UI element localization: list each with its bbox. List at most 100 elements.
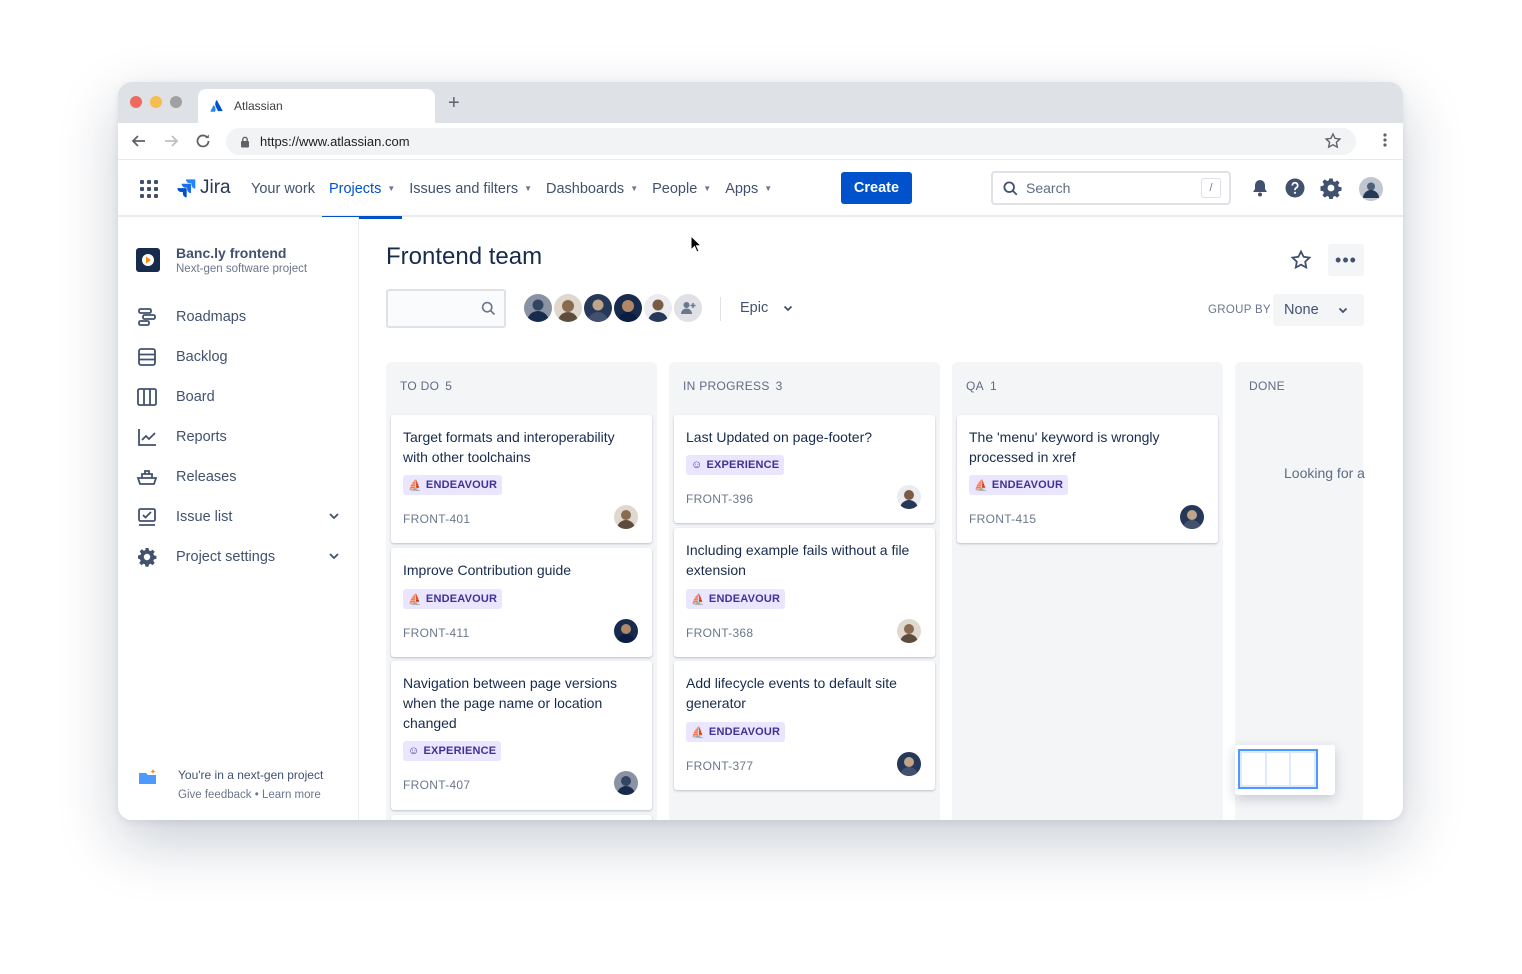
epic-label[interactable]: ☺ EXPERIENCE [686, 455, 785, 475]
board-main: Frontend team ••• Epic GROUP BY None TO … [360, 217, 1403, 820]
column-header: TO DO 5 [400, 379, 453, 393]
issue-card[interactable]: Including example fails without a file e… [674, 528, 935, 657]
assignee-avatar[interactable] [897, 485, 921, 509]
issue-card[interactable]: Target formats and interoperability with… [391, 415, 652, 543]
url-text: https://www.atlassian.com [260, 134, 410, 149]
issue-card[interactable]: Add lifecycle events to default site gen… [674, 661, 935, 790]
group-by-select[interactable]: None [1273, 294, 1364, 326]
maximize-window-button[interactable] [170, 96, 182, 108]
star-board-icon[interactable] [1290, 249, 1312, 271]
search-input[interactable]: Search / [991, 171, 1231, 205]
browser-tabbar: Atlassian + [118, 82, 1403, 123]
issue-card[interactable]: Last Updated on page-footer? ☺ EXPERIENCE… [674, 415, 935, 523]
board-search-input[interactable] [386, 289, 506, 328]
browser-menu-icon[interactable] [1383, 132, 1387, 148]
toolbar-divider [720, 297, 721, 321]
epic-label[interactable]: ⛵ ENDEAVOUR [403, 475, 503, 495]
settings-gear-icon[interactable] [1320, 177, 1342, 199]
issue-key: FRONT-411 [403, 626, 470, 640]
avatar[interactable] [582, 292, 614, 324]
done-column-hint: Looking for a [1284, 465, 1365, 481]
create-button[interactable]: Create [841, 172, 912, 204]
nav-issues-and-filters[interactable]: Issues and filters ▼ [402, 160, 539, 217]
assignee-avatar[interactable] [897, 752, 921, 776]
nav-apps[interactable]: Apps ▼ [718, 160, 779, 217]
tab-title: Atlassian [234, 99, 283, 113]
assignee-avatar[interactable] [614, 771, 638, 795]
learn-more-link[interactable]: Learn more [262, 789, 321, 801]
nav-dashboards[interactable]: Dashboards ▼ [539, 160, 645, 217]
project-sidebar: Banc.ly frontend Next-gen software proje… [118, 217, 359, 820]
search-placeholder: Search [1026, 180, 1071, 196]
assignee-avatar[interactable] [614, 505, 638, 529]
board-minimap[interactable] [1235, 745, 1335, 795]
epic-label[interactable]: ⛵ ENDEAVOUR [969, 475, 1069, 495]
url-field[interactable]: https://www.atlassian.com [226, 128, 1356, 155]
assignee-avatar[interactable] [614, 619, 638, 643]
project-avatar-icon [136, 248, 160, 272]
sidebar-item-issue-list[interactable]: Issue list [136, 497, 341, 537]
avatar[interactable] [522, 292, 554, 324]
sidebar-item-backlog[interactable]: Backlog [136, 337, 341, 377]
notifications-bell-icon[interactable] [1249, 177, 1271, 199]
nav-people[interactable]: People ▼ [645, 160, 718, 217]
sidebar-item-reports[interactable]: Reports [136, 417, 341, 457]
nav-your-work[interactable]: Your work [244, 160, 322, 217]
issue-card[interactable]: Improve Contribution guide ⛵ ENDEAVOUR FR… [391, 548, 652, 657]
column-header: DONE [1249, 379, 1285, 393]
sidebar-item-project-settings[interactable]: Project settings [136, 537, 341, 577]
epic-label[interactable]: ⛵ ENDEAVOUR [403, 589, 503, 609]
reload-icon[interactable] [194, 132, 212, 150]
sidebar-item-label: Reports [176, 429, 227, 445]
backlog-icon [138, 348, 156, 366]
epic-label[interactable]: ⛵ ENDEAVOUR [686, 589, 786, 609]
app-switcher-icon[interactable] [140, 180, 158, 198]
epic-label[interactable]: ⛵ ENDEAVOUR [686, 722, 786, 742]
nav-projects[interactable]: Projects ▼ [321, 160, 403, 219]
close-window-button[interactable] [130, 96, 142, 108]
project-header[interactable]: Banc.ly frontend Next-gen software proje… [136, 245, 307, 275]
minimap-viewport[interactable] [1238, 749, 1318, 789]
issue-card[interactable]: Navigation between page versions when th… [391, 661, 652, 810]
group-by-label: GROUP BY [1208, 304, 1271, 316]
issue-card[interactable]: The 'menu' keyword is wrongly processed … [957, 415, 1218, 543]
chevron-down-icon[interactable] [327, 509, 341, 523]
chevron-down-icon[interactable] [327, 549, 341, 563]
assignee-avatar[interactable] [1180, 505, 1204, 529]
sidebar-item-roadmaps[interactable]: Roadmaps [136, 297, 341, 337]
nav-item-label: People [652, 180, 698, 197]
epic-label[interactable]: ☺ EXPERIENCE [403, 741, 502, 761]
more-actions-button[interactable]: ••• [1328, 244, 1364, 276]
sidebar-item-releases[interactable]: Releases [136, 457, 341, 497]
bookmark-star-icon[interactable] [1324, 132, 1342, 150]
give-feedback-link[interactable]: Give feedback [178, 789, 252, 801]
issue-key: FRONT-396 [686, 492, 754, 506]
avatar[interactable] [612, 292, 644, 324]
address-bar: https://www.atlassian.com [118, 123, 1403, 160]
epic-filter-label: Epic [740, 300, 769, 316]
column-in-progress: IN PROGRESS 3 Last Updated on page-footer… [669, 362, 940, 820]
endeavour-icon: ⛵ [974, 479, 988, 492]
assignee-avatar[interactable] [897, 619, 921, 643]
browser-tab[interactable]: Atlassian [198, 89, 435, 123]
card-title: Navigation between page versions when th… [403, 675, 618, 731]
avatar[interactable] [642, 292, 674, 324]
new-tab-button[interactable]: + [448, 92, 460, 115]
sidebar-item-label: Backlog [176, 349, 228, 365]
help-icon[interactable] [1284, 177, 1306, 199]
card-title: The 'menu' keyword is wrongly processed … [969, 429, 1160, 465]
avatar[interactable] [552, 292, 584, 324]
forward-icon[interactable] [162, 132, 180, 150]
back-icon[interactable] [130, 132, 148, 150]
jira-logo[interactable]: Jira [176, 177, 231, 199]
roadmap-icon [138, 308, 156, 326]
issue-card[interactable] [391, 815, 652, 820]
mouse-cursor-icon [690, 235, 702, 253]
column-count: 3 [775, 379, 783, 393]
minimize-window-button[interactable] [150, 96, 162, 108]
profile-avatar[interactable] [1359, 177, 1383, 201]
issue-key: FRONT-377 [686, 759, 754, 773]
add-people-button[interactable] [672, 292, 704, 324]
sidebar-item-board[interactable]: Board [136, 377, 341, 417]
epic-filter-dropdown[interactable]: Epic [740, 300, 794, 316]
